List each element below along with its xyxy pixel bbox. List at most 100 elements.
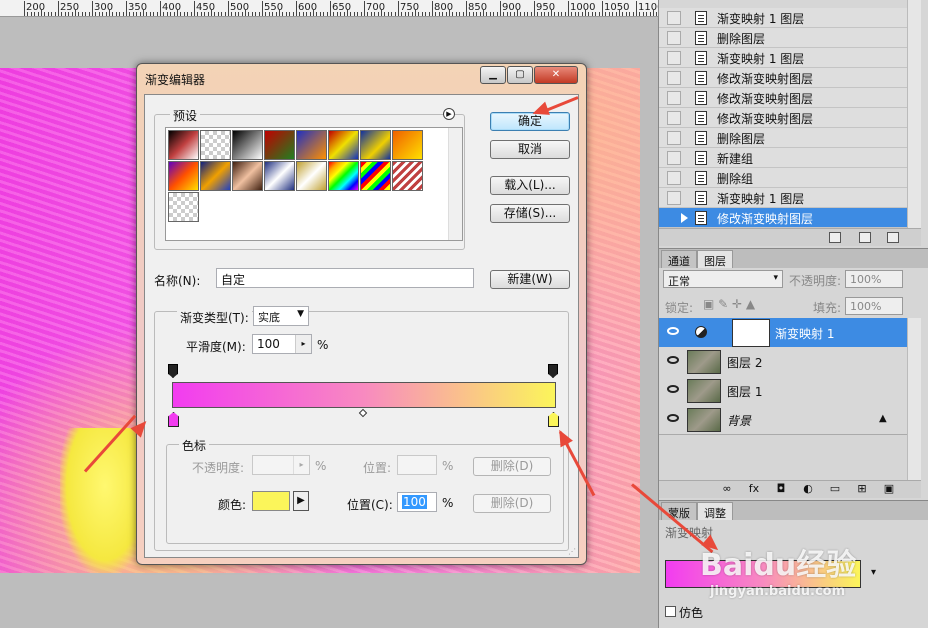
history-item[interactable]: 修改渐变映射图层 xyxy=(659,108,907,128)
history-item[interactable]: 新建组 xyxy=(659,148,907,168)
resize-grip-icon[interactable]: ⋰ xyxy=(568,547,576,556)
ruler-tick xyxy=(486,12,488,16)
load-button[interactable]: 载入(L)... xyxy=(490,176,570,195)
close-button[interactable]: ✕ xyxy=(534,66,578,84)
dither-checkbox[interactable] xyxy=(665,606,676,617)
presets-menu-icon[interactable]: ▶ xyxy=(443,108,455,120)
history-item[interactable]: 修改渐变映射图层 xyxy=(659,88,907,108)
color-stop-right[interactable] xyxy=(548,412,559,427)
stop-color-swatch[interactable] xyxy=(252,491,290,511)
history-snapshot-checkbox[interactable] xyxy=(667,171,681,185)
history-item[interactable]: 渐变映射 1 图层 xyxy=(659,48,907,68)
layers-toolbar-icon[interactable]: fx xyxy=(748,483,760,495)
preset-swatch[interactable] xyxy=(232,161,263,191)
preset-swatch[interactable] xyxy=(328,130,359,160)
tab-adjustments[interactable]: 调整 xyxy=(697,502,733,520)
camera-icon[interactable] xyxy=(859,232,871,243)
preset-swatch[interactable] xyxy=(200,130,231,160)
history-snapshot-checkbox[interactable] xyxy=(667,71,681,85)
gradient-type-select[interactable]: 实底 ▼ xyxy=(253,306,309,326)
history-item[interactable]: 渐变映射 1 图层 xyxy=(659,188,907,208)
eye-icon[interactable] xyxy=(667,385,679,393)
history-snapshot-checkbox[interactable] xyxy=(667,11,681,25)
tab-layers[interactable]: 图层 xyxy=(697,250,733,268)
eye-icon[interactable] xyxy=(667,327,679,335)
ruler-label: 200 xyxy=(26,2,46,13)
preset-swatch[interactable] xyxy=(168,130,199,160)
layers-scrollbar[interactable] xyxy=(907,318,921,480)
presets-scrollbar[interactable] xyxy=(448,128,462,240)
tab-channels[interactable]: 通道 xyxy=(661,250,697,268)
document-icon xyxy=(695,111,707,125)
lock-icons[interactable]: ▣ ✎ ✛ ▲ xyxy=(703,297,755,311)
blend-mode-select[interactable]: 正常 ▾ xyxy=(663,270,783,288)
stop-location-c-field[interactable]: 100 xyxy=(397,492,437,512)
name-field[interactable]: 自定 xyxy=(216,268,474,288)
document-icon xyxy=(695,31,707,45)
layer-row[interactable]: 图层 2 xyxy=(659,347,907,377)
cancel-button[interactable]: 取消 xyxy=(490,140,570,159)
snapshot-icon[interactable] xyxy=(829,232,841,243)
eye-icon[interactable] xyxy=(667,414,679,422)
new-button[interactable]: 新建(W) xyxy=(490,270,570,289)
layers-toolbar-icon[interactable]: ▭ xyxy=(829,483,841,495)
smoothness-field[interactable]: 100 ▸ xyxy=(252,334,312,354)
ok-button[interactable]: 确定 xyxy=(490,112,570,131)
history-item[interactable]: 删除图层 xyxy=(659,128,907,148)
history-snapshot-checkbox[interactable] xyxy=(667,151,681,165)
opacity-stop-left[interactable] xyxy=(168,364,178,378)
layers-toolbar-icon[interactable]: ∞ xyxy=(721,483,733,495)
minimize-button[interactable]: ▁ xyxy=(480,66,506,84)
history-snapshot-checkbox[interactable] xyxy=(667,31,681,45)
layers-toolbar-icon[interactable]: ⊞ xyxy=(856,483,868,495)
preset-swatch[interactable] xyxy=(296,130,327,160)
color-menu-icon[interactable]: ▶ xyxy=(293,491,309,511)
preset-swatch[interactable] xyxy=(360,161,391,191)
layer-opacity-field[interactable]: 100% xyxy=(845,270,903,288)
preset-swatch[interactable] xyxy=(264,161,295,191)
preset-swatch[interactable] xyxy=(360,130,391,160)
history-snapshot-checkbox[interactable] xyxy=(667,131,681,145)
history-item[interactable]: 修改渐变映射图层 xyxy=(659,68,907,88)
eye-icon[interactable] xyxy=(667,356,679,364)
midpoint-diamond[interactable] xyxy=(358,408,368,418)
preset-swatch[interactable] xyxy=(392,161,423,191)
save-button[interactable]: 存储(S)... xyxy=(490,204,570,223)
ruler-tick xyxy=(602,1,603,16)
preset-swatch[interactable] xyxy=(168,192,199,222)
smoothness-dropdown-icon[interactable]: ▸ xyxy=(295,335,311,353)
layers-toolbar-icon[interactable]: ▣ xyxy=(883,483,895,495)
history-scrollbar[interactable] xyxy=(907,0,921,228)
gradient-dropdown-icon[interactable]: ▾ xyxy=(871,567,876,578)
preset-swatch[interactable] xyxy=(168,161,199,191)
layer-row[interactable]: 渐变映射 1 xyxy=(659,318,907,348)
preset-swatch[interactable] xyxy=(296,161,327,191)
gradient-bar[interactable] xyxy=(172,382,556,408)
layers-toolbar-icon[interactable]: ◐ xyxy=(802,483,814,495)
history-snapshot-checkbox[interactable] xyxy=(667,91,681,105)
color-stop-left[interactable] xyxy=(168,412,179,427)
ruler-tick xyxy=(646,12,648,16)
layer-mask-thumb[interactable] xyxy=(732,319,770,347)
fill-field[interactable]: 100% xyxy=(845,297,903,315)
history-item[interactable]: 删除组 xyxy=(659,168,907,188)
history-item[interactable]: 删除图层 xyxy=(659,28,907,48)
ruler-tick xyxy=(357,12,359,16)
history-snapshot-checkbox[interactable] xyxy=(667,211,681,225)
trash-icon[interactable] xyxy=(887,232,899,243)
preset-swatch[interactable] xyxy=(200,161,231,191)
history-item[interactable]: 渐变映射 1 图层 xyxy=(659,8,907,28)
preset-swatch[interactable] xyxy=(328,161,359,191)
history-item[interactable]: 修改渐变映射图层 xyxy=(659,208,907,228)
history-snapshot-checkbox[interactable] xyxy=(667,111,681,125)
preset-swatch[interactable] xyxy=(232,130,263,160)
maximize-button[interactable]: ▢ xyxy=(507,66,533,84)
preset-swatch[interactable] xyxy=(264,130,295,160)
history-snapshot-checkbox[interactable] xyxy=(667,191,681,205)
preset-swatch[interactable] xyxy=(392,130,423,160)
history-snapshot-checkbox[interactable] xyxy=(667,51,681,65)
layer-row[interactable]: 图层 1 xyxy=(659,376,907,406)
opacity-stop-right[interactable] xyxy=(548,364,558,378)
layer-row[interactable]: 背景 ▲ xyxy=(659,405,907,435)
layers-toolbar-icon[interactable]: ◘ xyxy=(775,483,787,495)
